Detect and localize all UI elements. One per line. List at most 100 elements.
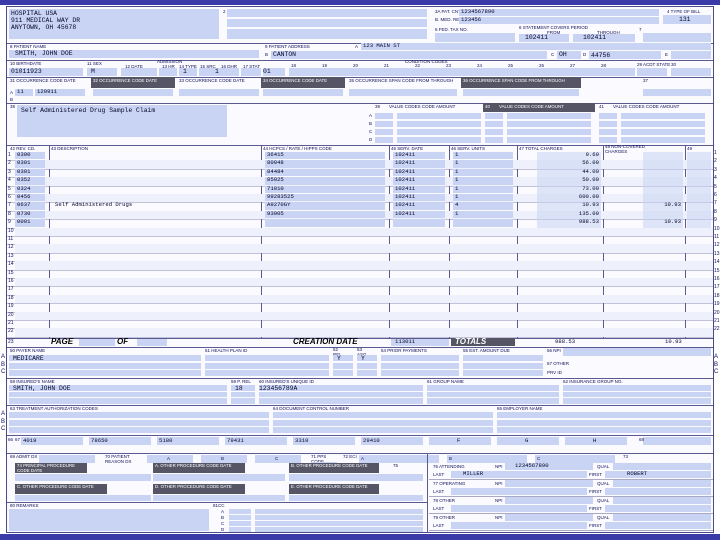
cc-code-field[interactable]: [229, 521, 251, 526]
value-code-field[interactable]: [485, 121, 503, 127]
group-name-field[interactable]: [427, 398, 559, 404]
employer-name-field[interactable]: [497, 412, 711, 418]
physician-qual-field[interactable]: [613, 463, 711, 470]
asg-ben-field[interactable]: [357, 355, 377, 361]
admission-type-field[interactable]: [179, 68, 197, 76]
med-rec-field[interactable]: [459, 17, 659, 24]
admission-hr-field[interactable]: [159, 68, 177, 76]
value-amount-field[interactable]: [621, 113, 705, 119]
box2-field-3[interactable]: [227, 29, 427, 39]
physician-first-field[interactable]: [605, 522, 711, 529]
value-code-field[interactable]: [485, 113, 503, 119]
value-amount-field[interactable]: [397, 129, 481, 135]
p-rel-field[interactable]: [231, 391, 255, 397]
physician-npi-field[interactable]: [505, 480, 593, 487]
box2-field-2[interactable]: [227, 19, 427, 27]
page-field[interactable]: [79, 339, 115, 346]
cc-value-field[interactable]: [255, 515, 423, 520]
box30-field[interactable]: [671, 68, 711, 76]
physician-qual-field[interactable]: [613, 480, 711, 487]
dhr-field[interactable]: [241, 68, 261, 76]
treatment-auth-field[interactable]: [9, 419, 269, 426]
serv-units-field[interactable]: [453, 194, 513, 202]
physician-first-field[interactable]: [605, 488, 711, 495]
value-amount-field[interactable]: [621, 137, 705, 143]
admission-date-field[interactable]: [121, 68, 157, 76]
employer-name-field[interactable]: [497, 427, 711, 433]
treatment-auth-field[interactable]: [9, 427, 269, 433]
serv-units-field[interactable]: [453, 185, 513, 193]
remarks-field[interactable]: [9, 509, 209, 531]
serv-units-field[interactable]: [453, 177, 513, 185]
value-amount-field[interactable]: [397, 121, 481, 127]
box2-field[interactable]: [227, 9, 427, 17]
cc-code-field[interactable]: [229, 527, 251, 532]
value-code-field[interactable]: [375, 129, 393, 135]
other-procedure-c-field[interactable]: [15, 495, 151, 501]
asg-ben-field[interactable]: [357, 362, 377, 369]
box49-column[interactable]: [687, 152, 711, 228]
serv-units-field[interactable]: [453, 160, 513, 168]
value-code-field[interactable]: [375, 137, 393, 143]
insured-id-field[interactable]: [259, 391, 423, 397]
serv-units-field[interactable]: [453, 202, 513, 210]
est-amount-field[interactable]: [463, 362, 543, 369]
box37-field[interactable]: [643, 89, 711, 96]
npi-field[interactable]: [563, 348, 711, 356]
insured-name-field[interactable]: [9, 391, 227, 397]
value-code-field[interactable]: [599, 121, 617, 127]
value-amount-field[interactable]: [507, 113, 591, 119]
noncovered-column[interactable]: [643, 152, 683, 228]
serv-units-field[interactable]: [453, 168, 513, 177]
patient-e-field[interactable]: [671, 51, 711, 59]
condition-codes-field[interactable]: [289, 68, 635, 76]
treatment-auth-field[interactable]: [9, 412, 269, 418]
hcpcs-field[interactable]: [265, 219, 385, 227]
value-code-field[interactable]: [375, 121, 393, 127]
document-control-field[interactable]: [273, 412, 493, 418]
other-procedure-d-field[interactable]: [153, 495, 285, 501]
serv-units-field[interactable]: [453, 219, 513, 227]
of-field[interactable]: [137, 339, 167, 346]
health-plan-field[interactable]: [205, 370, 329, 376]
payer-name-field[interactable]: [9, 362, 201, 369]
serv-date-field[interactable]: [393, 219, 445, 227]
document-control-field[interactable]: [273, 419, 493, 426]
physician-npi-field[interactable]: [505, 514, 593, 521]
patient-street-field[interactable]: [361, 43, 711, 50]
value-amount-field[interactable]: [621, 129, 705, 135]
value-amount-field[interactable]: [397, 113, 481, 119]
cc-code-field[interactable]: [229, 509, 251, 514]
physician-last-field[interactable]: [451, 522, 587, 529]
asg-ben-field[interactable]: [357, 370, 377, 376]
prior-payments-field[interactable]: [381, 355, 459, 361]
cc-value-field[interactable]: [255, 521, 423, 526]
physician-first-field[interactable]: [605, 471, 711, 478]
box68-field[interactable]: [643, 437, 711, 445]
value-code-field[interactable]: [599, 113, 617, 119]
value-amount-field[interactable]: [507, 121, 591, 127]
prior-payments-field[interactable]: [381, 362, 459, 369]
serv-units-field[interactable]: [453, 210, 513, 219]
occurrence-32-field[interactable]: [93, 89, 173, 96]
value-code-field[interactable]: [599, 137, 617, 143]
serv-units-field[interactable]: [453, 152, 513, 160]
admit-dx-field[interactable]: [39, 455, 95, 463]
est-amount-field[interactable]: [463, 370, 543, 376]
value-code-field[interactable]: [375, 113, 393, 119]
cc-value-field[interactable]: [255, 509, 423, 514]
acdt-state-field[interactable]: [637, 68, 667, 76]
other-procedure-b-field[interactable]: [289, 474, 423, 481]
employer-name-field[interactable]: [497, 419, 711, 426]
cc-value-field[interactable]: [255, 527, 423, 532]
group-no-field[interactable]: [563, 385, 711, 391]
payer-name-field[interactable]: [9, 370, 201, 376]
value-code-field[interactable]: [485, 137, 503, 143]
physician-qual-field[interactable]: [613, 497, 711, 504]
occurrence-34-field[interactable]: [263, 89, 343, 96]
box7-field[interactable]: [643, 33, 711, 42]
group-no-field[interactable]: [563, 391, 711, 397]
value-code-field[interactable]: [599, 129, 617, 135]
rel-info-field[interactable]: [333, 370, 353, 376]
value-amount-field[interactable]: [507, 129, 591, 135]
